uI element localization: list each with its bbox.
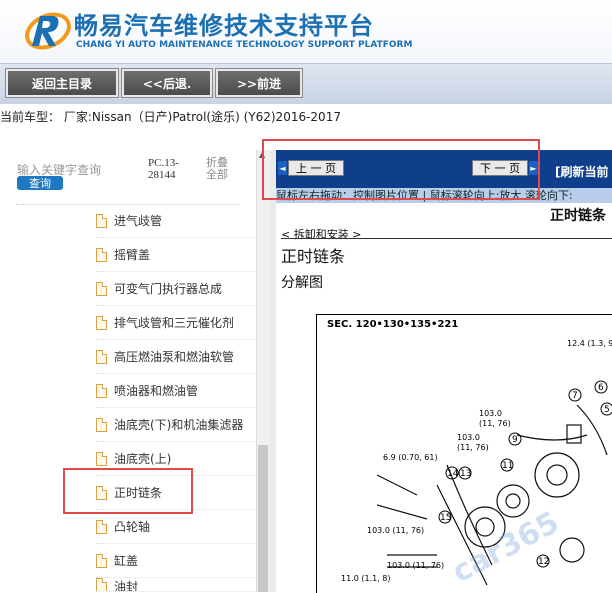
torque-label: 103.0 xyxy=(479,409,502,418)
tree-item-label: 喷油器和燃油管 xyxy=(114,384,199,398)
tree-item-label: 进气歧管 xyxy=(114,214,163,228)
torque-label: 6.9 (0.70, 61) xyxy=(383,453,438,462)
title-rule xyxy=(281,238,612,239)
tree-item-label: 油封 xyxy=(114,580,139,592)
document-icon xyxy=(96,349,107,364)
document-icon xyxy=(96,451,107,466)
app-header: 畅易汽车维修技术支持平台 CHANG YI AUTO MAINTENANCE T… xyxy=(0,0,612,63)
tree-item-label: 油底壳(下)和机油集滤器 xyxy=(114,418,244,432)
document-code: PC.13-28144 xyxy=(148,157,179,181)
document-icon xyxy=(96,383,107,398)
tree-item[interactable]: 进气歧管 xyxy=(96,204,256,238)
panel-splitter[interactable] xyxy=(270,150,276,592)
document-icon xyxy=(96,281,107,296)
document-icon xyxy=(96,519,107,534)
brand-subtitle: CHANG YI AUTO MAINTENANCE TECHNOLOGY SUP… xyxy=(76,40,413,50)
torque-label: 103.0 (11, 76) xyxy=(367,526,425,535)
svg-text:14: 14 xyxy=(447,469,459,479)
diagram-section-label: SEC. 120•130•135•221 xyxy=(327,319,459,330)
tree-item-label: 缸盖 xyxy=(114,554,139,568)
highlight-box-nav xyxy=(262,139,540,200)
svg-text:12: 12 xyxy=(538,557,549,567)
main-toolbar: 返回主目录 <<后退. >>前进 xyxy=(0,63,612,104)
torque-label: 11.0 (1.1, 8) xyxy=(341,574,391,583)
brand-title: 畅易汽车维修技术支持平台 xyxy=(74,12,374,40)
tree-item-label: 排气歧管和三元催化剂 xyxy=(114,316,235,330)
document-icon xyxy=(96,213,107,228)
tree-item-label: 凸轮轴 xyxy=(114,520,151,534)
document-icon xyxy=(96,315,107,330)
svg-text:15: 15 xyxy=(440,513,451,523)
torque-label: 103.0 xyxy=(457,433,480,442)
tree-scrollbar-thumb[interactable] xyxy=(258,445,268,592)
document-icon xyxy=(96,417,107,432)
document-icon xyxy=(96,578,107,591)
svg-text:6: 6 xyxy=(598,383,604,393)
tree-item[interactable]: 高压燃油泵和燃油软管 xyxy=(96,340,256,374)
forward-button[interactable]: >>前进 xyxy=(216,69,302,97)
page-subtitle: 分解图 xyxy=(281,275,323,291)
tree-item[interactable]: 缸盖 xyxy=(96,544,256,578)
page-title: 正时链条 xyxy=(281,247,346,266)
torque-label: 103.0 (11, 76) xyxy=(387,561,445,570)
highlight-box-timing-chain xyxy=(63,468,193,514)
tree-item-label: 高压燃油泵和燃油软管 xyxy=(114,350,235,364)
tree-item-label: 可变气门执行器总成 xyxy=(114,282,223,296)
tree-item-label: 摇臂盖 xyxy=(114,248,151,262)
tree-item[interactable]: 可变气门执行器总成 xyxy=(96,272,256,306)
svg-text:11: 11 xyxy=(502,461,513,471)
svg-text:5: 5 xyxy=(604,405,610,415)
search-button[interactable]: 查询 xyxy=(17,176,63,190)
torque-label: (11, 76) xyxy=(479,419,511,428)
svg-text:9: 9 xyxy=(512,435,518,445)
home-button[interactable]: 返回主目录 xyxy=(6,69,118,97)
brand-logo xyxy=(25,12,71,50)
breadcrumb: < 拆卸和安装 > xyxy=(281,228,362,241)
tree-item[interactable]: 摇臂盖 xyxy=(96,238,256,272)
back-button[interactable]: <<后退. xyxy=(122,69,212,97)
torque-label: 12.4 (1.3, 9 xyxy=(567,339,612,348)
svg-text:13: 13 xyxy=(460,469,471,479)
refresh-link[interactable]: [刷新当前 xyxy=(555,163,609,180)
document-icon xyxy=(96,553,107,568)
tree-item[interactable]: 油底壳(下)和机油集滤器 xyxy=(96,408,256,442)
current-vehicle: 当前车型： 厂家:Nissan（日产)Patrol(途乐) (Y62)2016-… xyxy=(0,110,341,124)
svg-text:7: 7 xyxy=(572,391,578,401)
tree-item-label: 油底壳(上) xyxy=(114,452,172,466)
tree-item[interactable]: 凸轮轴 xyxy=(96,510,256,544)
tree-item[interactable]: 油封 xyxy=(96,578,256,592)
section-title: 正时链条 xyxy=(550,208,606,224)
torque-label: (11, 76) xyxy=(457,443,489,452)
tree-item[interactable]: 喷油器和燃油管 xyxy=(96,374,256,408)
collapse-all-link[interactable]: 折叠全部 xyxy=(206,157,236,181)
document-icon xyxy=(96,247,107,262)
tree-item[interactable]: 排气歧管和三元催化剂 xyxy=(96,306,256,340)
